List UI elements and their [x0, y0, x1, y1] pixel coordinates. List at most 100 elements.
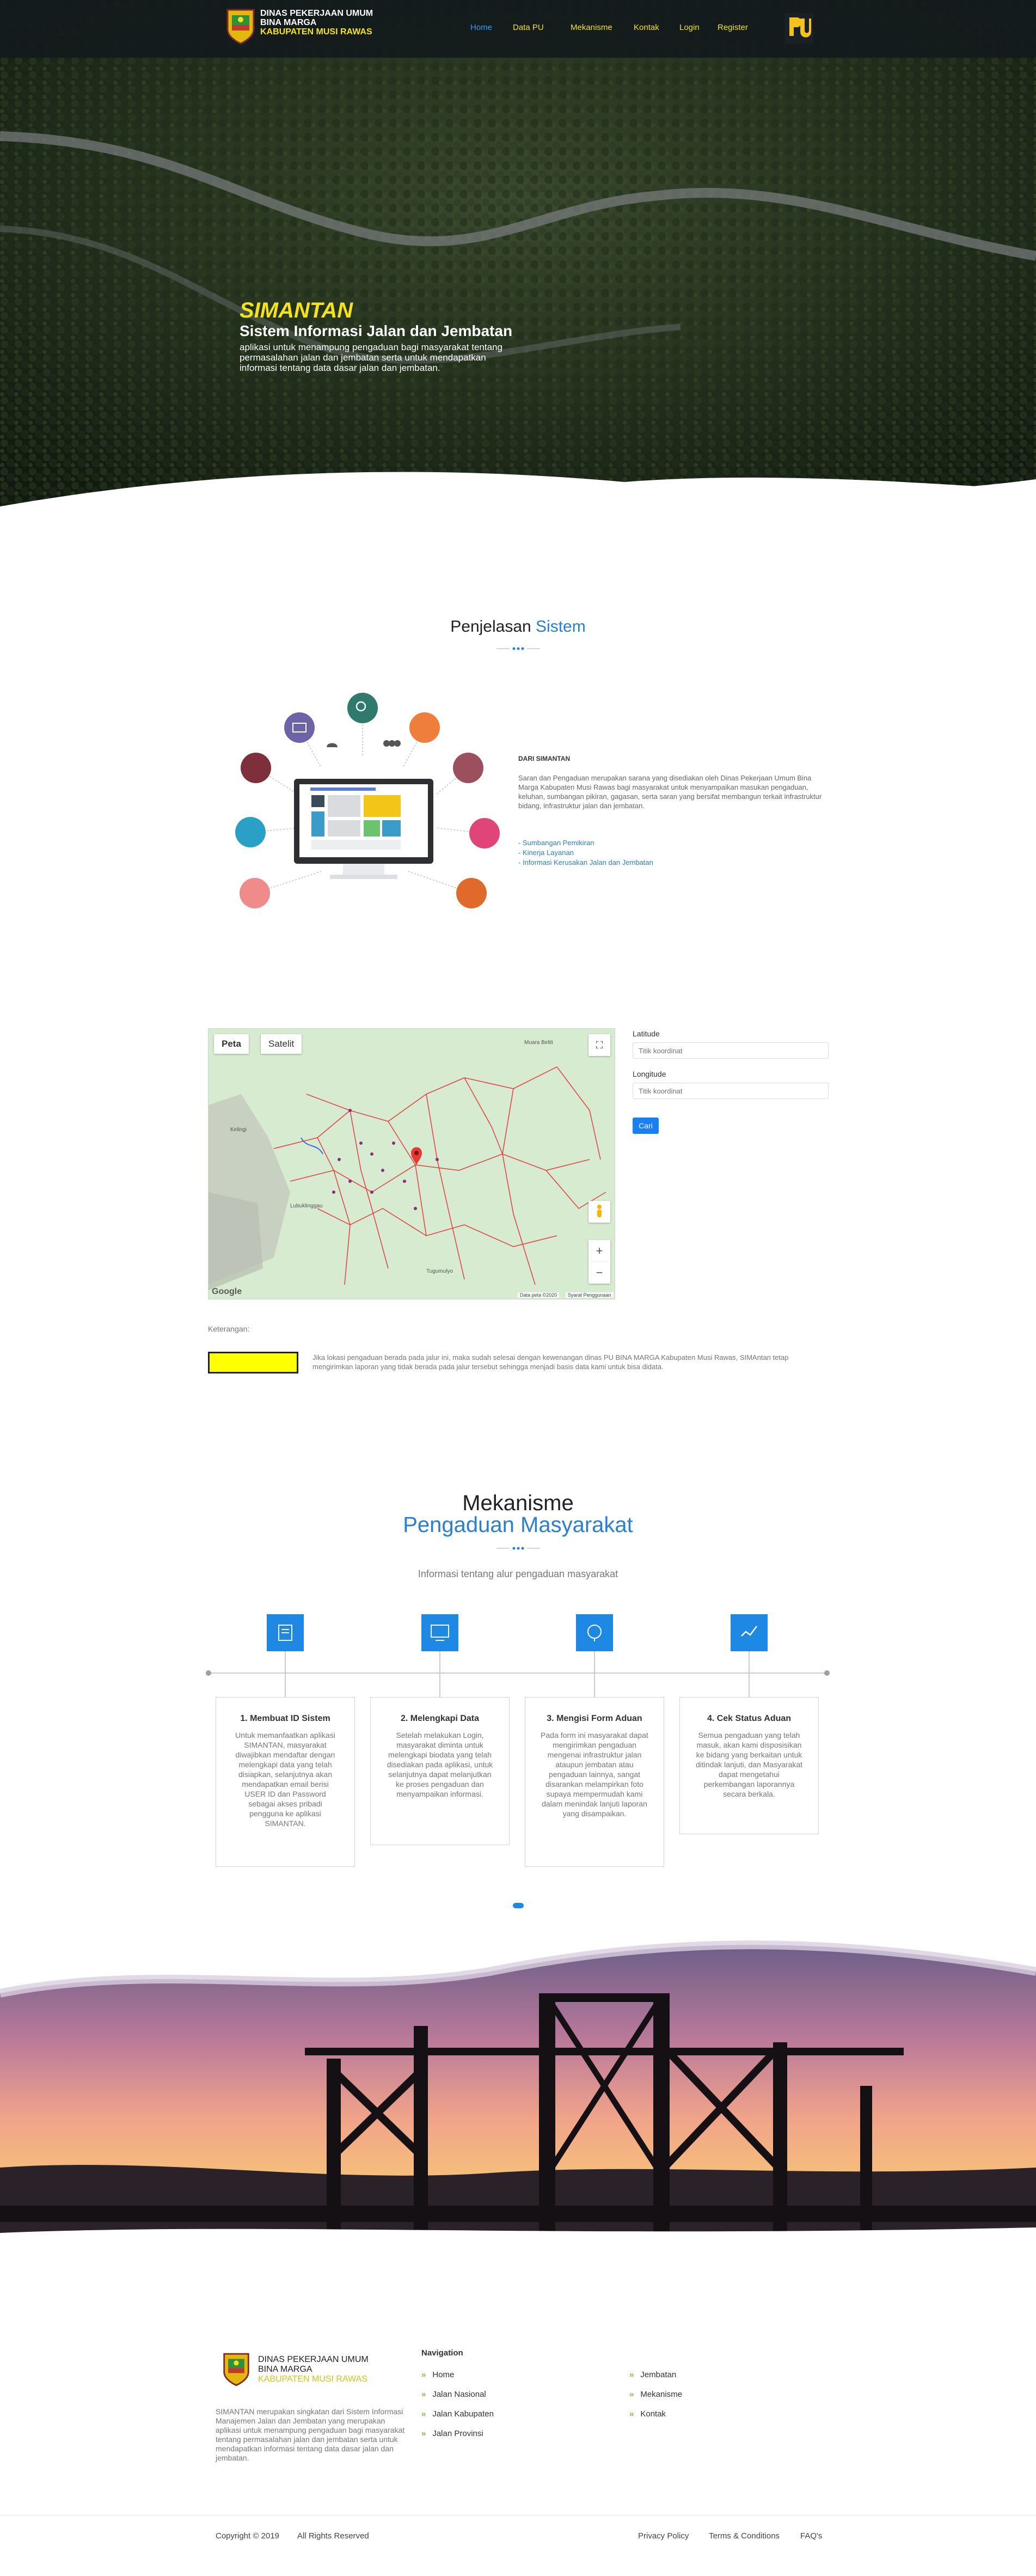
step-card: 3. Mengisi Form Aduan Pada form ini masy… — [525, 1697, 664, 1867]
timeline-line — [208, 1672, 827, 1674]
footer-link-jalan-provinsi[interactable]: Jalan Provinsi — [421, 2429, 483, 2438]
profile-icon — [241, 753, 271, 783]
step-title: 2. Melengkapi Data — [400, 1714, 480, 1723]
nav-register[interactable]: Register — [718, 23, 748, 32]
footer-link-mekanisme[interactable]: Mekanisme — [629, 2390, 682, 2399]
step-title: 4. Cek Status Aduan — [707, 1714, 792, 1723]
user-icon — [240, 878, 270, 908]
hero-wave — [0, 472, 1036, 528]
cari-button[interactable]: Cari — [633, 1118, 659, 1134]
aduan-form-icon — [576, 1614, 613, 1651]
google-logo: Google — [212, 1287, 242, 1296]
chat-icon — [409, 712, 440, 743]
link-informasi-kerusakan[interactable]: - Informasi Kerusakan Jalan dan Jembatan — [518, 858, 653, 866]
carousel-indicator[interactable] — [513, 1903, 524, 1908]
timeline-stem — [285, 1651, 286, 1697]
nav-mekanisme[interactable]: Mekanisme — [571, 23, 612, 32]
nav-login[interactable]: Login — [679, 23, 700, 32]
footer-link-jalan-kabupaten[interactable]: Jalan Kabupaten — [421, 2409, 494, 2419]
step-text: Semua pengaduan yang telah masuk, akan k… — [695, 1731, 803, 1798]
image-icon — [469, 818, 500, 849]
map-tab-peta[interactable]: Peta — [214, 1034, 249, 1054]
road-map[interactable]: Peta Satelit ⛶ + − Google Data peta ©202… — [208, 1028, 615, 1299]
timeline-stem — [594, 1651, 595, 1697]
zoom-out-icon[interactable]: − — [589, 1262, 610, 1284]
step-text: Setelah melakukan Login, masyarakat dimi… — [387, 1731, 493, 1798]
link-kinerja[interactable]: - Kinerja Layanan — [518, 849, 574, 857]
terms-link[interactable]: Terms & Conditions — [709, 2531, 780, 2541]
footer-nav-title: Navigation — [421, 2348, 463, 2358]
musi-rawas-logo[interactable] — [225, 8, 256, 45]
pegman-icon[interactable] — [589, 1201, 610, 1223]
site-header: DINAS PEKERJAAN UMUM BINA MARGA KABUPATE… — [0, 0, 1036, 58]
org-line-3: KABUPATEN MUSI RAWAS — [260, 27, 372, 36]
footer-link-home[interactable]: Home — [421, 2370, 454, 2379]
hero-subtitle: Sistem Informasi Jalan dan Jembatan — [240, 322, 513, 339]
title-divider — [496, 1547, 540, 1550]
fullscreen-icon[interactable]: ⛶ — [589, 1034, 610, 1056]
longitude-input[interactable] — [633, 1083, 829, 1099]
timeline-dot — [824, 1670, 830, 1676]
map-place-label: Kelingi — [230, 1127, 247, 1133]
zoom-in-icon[interactable]: + — [589, 1240, 610, 1262]
step-title: 1. Membuat ID Sistem — [240, 1714, 330, 1723]
footer-link-kontak[interactable]: Kontak — [629, 2409, 666, 2419]
step-card: 4. Cek Status Aduan Semua pengaduan yang… — [679, 1697, 819, 1834]
legend-text: Jika lokasi pengaduan berada pada jalur … — [312, 1353, 789, 1371]
copyright-text: Copyright © 2019 — [216, 2531, 279, 2541]
penjelasan-title-accent: Sistem — [536, 618, 586, 636]
penjelasan-title-plain: Penjelasan — [450, 618, 531, 636]
nav-data-pu[interactable]: Data PU — [513, 23, 544, 32]
title-divider — [496, 647, 540, 650]
nav-kontak[interactable]: Kontak — [634, 23, 659, 32]
faq-link[interactable]: FAQ's — [800, 2531, 822, 2541]
footer-org-line-1: DINAS PEKERJAAN UMUM — [258, 2355, 369, 2364]
system-illustration — [235, 693, 500, 908]
org-line-2: BINA MARGA — [260, 18, 317, 27]
map-place-label: Muara Beliti — [524, 1040, 553, 1046]
footer-divider — [0, 2515, 1036, 2516]
footer-org-name: DINAS PEKERJAAN UMUM BINA MARGA KABUPATE… — [258, 2355, 369, 2384]
email-icon — [284, 712, 315, 743]
nav-home[interactable]: Home — [470, 23, 492, 32]
map-tab-satelit[interactable]: Satelit — [261, 1034, 302, 1054]
link-sumbangan[interactable]: - Sumbangan Pemikiran — [518, 839, 594, 847]
step-text: Pada form ini masyarakat dapat mengirimk… — [541, 1731, 648, 1818]
step-title: 3. Mengisi Form Aduan — [547, 1714, 642, 1723]
timeline-stem — [439, 1651, 440, 1697]
mekanisme-subtitle-accent: Pengaduan Masyarakat — [403, 1513, 633, 1537]
presentation-icon — [453, 753, 483, 783]
footer-link-jalan-nasional[interactable]: Jalan Nasional — [421, 2390, 486, 2399]
legend-label: Keterangan: — [208, 1324, 250, 1333]
step-card: 2. Melengkapi Data Setelah melakukan Log… — [370, 1697, 510, 1845]
rights-text: All Rights Reserved — [297, 2531, 369, 2541]
map-place-label: Tugumulyo — [426, 1268, 453, 1274]
map-terms-link[interactable]: Syarat Penggunaan — [566, 1292, 614, 1298]
penjelasan-title: Penjelasan Sistem — [0, 618, 1036, 636]
bridge-sunset-image — [0, 1928, 1036, 2244]
footer-about: SIMANTAN merupakan singkatan dari Sistem… — [216, 2407, 405, 2462]
footer-org-line-2: BINA MARGA — [258, 2365, 312, 2374]
privacy-policy-link[interactable]: Privacy Policy — [638, 2531, 689, 2541]
hero-forest-image — [0, 0, 1036, 509]
latitude-input[interactable] — [633, 1042, 829, 1059]
legend-swatch — [208, 1352, 298, 1374]
status-check-icon — [731, 1614, 768, 1651]
step-text: Untuk memanfaatkan aplikasi SIMANTAN, ma… — [235, 1731, 335, 1828]
mekanisme-title: Mekanisme — [462, 1491, 574, 1515]
shield-icon — [456, 878, 487, 908]
hero-title: SIMANTAN — [240, 298, 353, 322]
map-data-note: Data peta ©2020 — [518, 1292, 560, 1298]
longitude-label: Longitude — [633, 1070, 666, 1078]
data-form-icon — [421, 1614, 458, 1651]
map-canvas[interactable] — [209, 1029, 615, 1299]
footer-org-line-3: KABUPATEN MUSI RAWAS — [258, 2374, 367, 2384]
map-place-label: Lubuklinggau — [290, 1203, 323, 1209]
header-org-name: DINAS PEKERJAAN UMUM BINA MARGA KABUPATE… — [260, 9, 373, 36]
footer-link-jembatan[interactable]: Jembatan — [629, 2370, 676, 2379]
mekanisme-description: Informasi tentang alur pengaduan masyara… — [418, 1568, 618, 1579]
pu-logo — [785, 13, 813, 44]
org-line-1: DINAS PEKERJAAN UMUM — [260, 9, 373, 18]
register-icon — [267, 1614, 304, 1651]
latitude-label: Latitude — [633, 1029, 660, 1038]
